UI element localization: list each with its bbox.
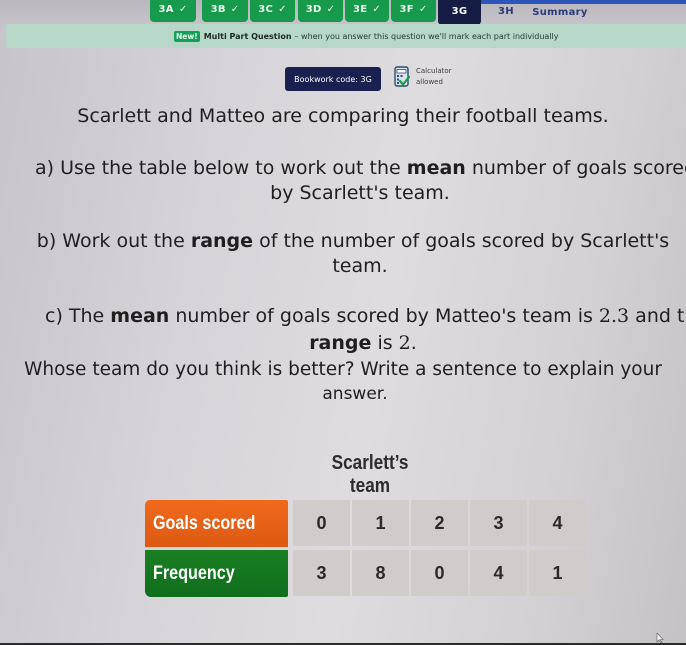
tab-label: 3A: [158, 3, 174, 15]
calculator-check-icon: [394, 66, 410, 87]
row-header-frequency: Frequency: [145, 550, 288, 597]
goals-cell: 1: [352, 500, 409, 546]
emphasis-range: range: [309, 332, 372, 354]
emphasis-mean: mean: [110, 305, 170, 327]
tab-label: 3E: [352, 3, 368, 15]
bookwork-code-badge: Bookwork code: 3G: [285, 67, 381, 91]
check-icon: ✓: [418, 3, 428, 15]
goals-cell: 2: [411, 500, 468, 546]
matteo-mean-value: 2.3: [598, 305, 630, 327]
frequency-cell: 4: [470, 550, 527, 596]
frequency-cell: 0: [411, 550, 468, 596]
tab-3e[interactable]: 3E ✓: [345, 0, 389, 22]
banner-description: – when you answer this question we'll ma…: [294, 31, 559, 41]
frequency-cell: 8: [352, 550, 409, 596]
tab-3g[interactable]: 3G: [438, 0, 481, 25]
check-icon: ✓: [178, 3, 188, 15]
emphasis-mean: mean: [406, 157, 466, 179]
question-part-c-line1: c) The mean number of goals scored by Ma…: [45, 305, 686, 327]
banner-title: Multi Part Question: [203, 31, 292, 41]
calculator-label-line1: Calculator: [416, 67, 452, 75]
calculator-allowed: Calculator allowed: [394, 66, 452, 88]
question-part-b-line2: team.: [332, 255, 388, 277]
question-nav-bar: 3A ✓ 3B ✓ 3C ✓ 3D ✓ 3E ✓ 3F ✓ 3G 3H Summ…: [0, 0, 686, 26]
tab-3f[interactable]: 3F ✓: [391, 0, 436, 22]
emphasis-range: range: [190, 230, 254, 252]
question-part-c-line4: answer.: [322, 384, 388, 404]
question-part-a-line2: by Scarlett's team.: [270, 182, 450, 204]
tab-3h[interactable]: 3H: [486, 0, 526, 24]
row-header-goals-scored: Goals scored: [145, 500, 288, 547]
goals-cell: 3: [470, 500, 527, 546]
tab-3a[interactable]: 3A ✓: [150, 0, 196, 22]
bookwork-code-label: Bookwork code: 3G: [294, 74, 372, 84]
frequency-cell: 1: [529, 550, 586, 596]
tab-summary[interactable]: Summary: [530, 0, 590, 25]
tab-label: 3F: [399, 3, 414, 15]
tab-label: 3D: [305, 3, 322, 15]
tab-3c[interactable]: 3C ✓: [250, 0, 295, 22]
goals-cell: 4: [529, 500, 586, 546]
calculator-label-line2: allowed: [416, 78, 443, 86]
question-part-a-line1: a) Use the table below to work out the m…: [35, 157, 686, 179]
frequency-cell: 3: [293, 550, 350, 596]
question-part-c-line3: Whose team do you think is better? Write…: [24, 359, 662, 380]
tab-label: 3C: [258, 3, 274, 15]
tab-label: Summary: [532, 6, 588, 18]
table-title: Scarlett’s team: [331, 452, 409, 497]
tab-3d[interactable]: 3D ✓: [298, 0, 343, 22]
check-icon: ✓: [372, 3, 382, 15]
mouse-cursor-icon: [656, 633, 664, 643]
tab-label: 3H: [498, 5, 514, 17]
question-intro: Scarlett and Matteo are comparing their …: [77, 105, 609, 127]
tab-label: 3G: [451, 6, 468, 17]
question-part-c-line2: range is 2.: [309, 332, 417, 354]
check-icon: ✓: [278, 3, 287, 15]
check-icon: ✓: [326, 3, 336, 15]
multi-part-banner: New! Multi Part Question – when you answ…: [6, 24, 686, 48]
tab-3b[interactable]: 3B ✓: [202, 0, 248, 22]
question-part-b-line1: b) Work out the range of the number of g…: [36, 230, 670, 252]
check-icon: ✓: [230, 3, 240, 15]
matteo-range-value: 2: [398, 332, 411, 354]
goals-cell: 0: [293, 500, 350, 546]
tab-label: 3B: [210, 3, 226, 15]
frequency-table: Goals scored Frequency 0 1 2 3 4 3 8 0 4…: [145, 500, 587, 600]
new-badge: New!: [174, 30, 200, 42]
